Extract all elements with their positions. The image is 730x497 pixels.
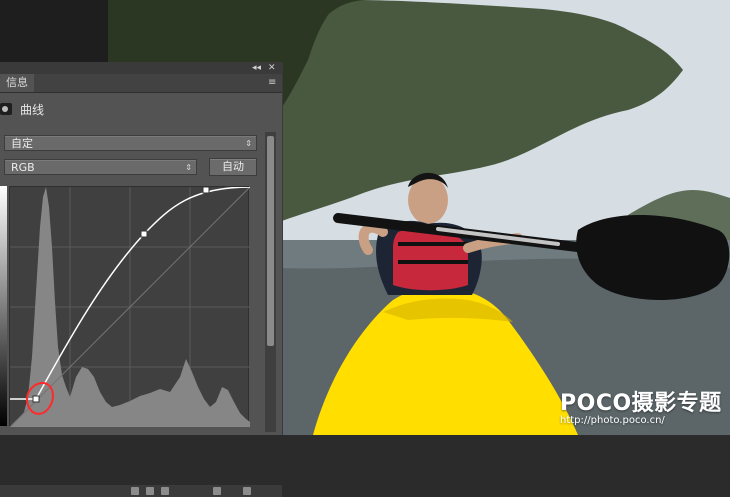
view-previous-icon[interactable]	[213, 487, 221, 495]
auto-button[interactable]: 自动	[209, 158, 257, 176]
panel-bottom-toolbar	[0, 485, 282, 497]
channel-select-value: RGB	[11, 161, 35, 174]
channel-select[interactable]: RGB ⇕	[4, 159, 197, 175]
panel-topbar: ◂◂ ✕	[0, 62, 282, 74]
delete-icon[interactable]	[243, 487, 251, 495]
curves-adjustment-icon	[0, 103, 12, 115]
clip-to-layer-icon[interactable]	[131, 487, 139, 495]
reset-icon[interactable]	[161, 487, 169, 495]
panel-title-row: 曲线	[0, 98, 282, 122]
tab-info[interactable]: 信息	[0, 74, 34, 92]
curves-graph[interactable]	[9, 186, 251, 428]
preset-select[interactable]: 自定 ⇕	[4, 135, 257, 151]
watermark: POCO摄影专题 http://photo.poco.cn/	[560, 385, 722, 426]
output-gradient-bar	[0, 186, 7, 426]
panel-scroll-thumb[interactable]	[267, 136, 274, 346]
collapse-icon[interactable]: ◂◂	[252, 62, 261, 74]
panel-tabbar: 信息 ≡	[0, 74, 282, 93]
curves-svg	[9, 186, 251, 428]
curves-panel: ◂◂ ✕ 信息 ≡ 曲线 自定 ⇕ RGB ⇕ 自动	[0, 62, 283, 497]
panel-menu-icon[interactable]: ≡	[268, 78, 278, 88]
up-down-arrow-icon: ⇕	[185, 163, 192, 172]
panel-title: 曲线	[20, 103, 45, 117]
preset-select-value: 自定	[11, 137, 33, 150]
top-left-dark-area	[0, 0, 108, 62]
visibility-icon[interactable]	[146, 487, 154, 495]
watermark-title: POCO摄影专题	[560, 391, 722, 416]
up-down-arrow-icon: ⇕	[245, 139, 252, 148]
close-icon[interactable]: ✕	[268, 62, 276, 74]
